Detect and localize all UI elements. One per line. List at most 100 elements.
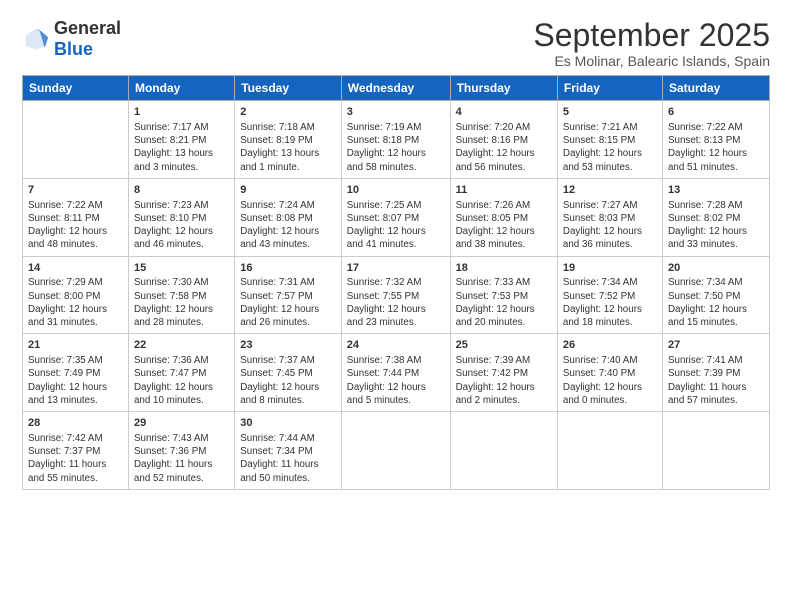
calendar-cell: 12Sunrise: 7:27 AMSunset: 8:03 PMDayligh…: [557, 178, 662, 256]
day-number: 14: [28, 261, 123, 276]
title-block: September 2025 Es Molinar, Balearic Isla…: [533, 18, 770, 69]
calendar-cell: 11Sunrise: 7:26 AMSunset: 8:05 PMDayligh…: [450, 178, 557, 256]
calendar-cell: 14Sunrise: 7:29 AMSunset: 8:00 PMDayligh…: [23, 256, 129, 334]
day-info: Sunrise: 7:40 AMSunset: 7:40 PMDaylight:…: [563, 354, 657, 407]
day-info: Sunrise: 7:19 AMSunset: 8:18 PMDaylight:…: [347, 121, 445, 174]
calendar-cell: 6Sunrise: 7:22 AMSunset: 8:13 PMDaylight…: [662, 101, 769, 179]
day-number: 9: [240, 183, 336, 198]
day-number: 16: [240, 261, 336, 276]
calendar-cell: 27Sunrise: 7:41 AMSunset: 7:39 PMDayligh…: [662, 334, 769, 412]
day-number: 7: [28, 183, 123, 198]
day-number: 1: [134, 105, 229, 120]
day-info: Sunrise: 7:17 AMSunset: 8:21 PMDaylight:…: [134, 121, 229, 174]
day-info: Sunrise: 7:43 AMSunset: 7:36 PMDaylight:…: [134, 432, 229, 485]
day-info: Sunrise: 7:22 AMSunset: 8:11 PMDaylight:…: [28, 199, 123, 252]
day-header-saturday: Saturday: [662, 76, 769, 101]
calendar-cell: 23Sunrise: 7:37 AMSunset: 7:45 PMDayligh…: [235, 334, 342, 412]
day-number: 27: [668, 338, 764, 353]
day-info: Sunrise: 7:26 AMSunset: 8:05 PMDaylight:…: [456, 199, 552, 252]
day-info: Sunrise: 7:39 AMSunset: 7:42 PMDaylight:…: [456, 354, 552, 407]
calendar-cell: [341, 412, 450, 490]
calendar-cell: 17Sunrise: 7:32 AMSunset: 7:55 PMDayligh…: [341, 256, 450, 334]
day-number: 12: [563, 183, 657, 198]
day-header-friday: Friday: [557, 76, 662, 101]
calendar-cell: 21Sunrise: 7:35 AMSunset: 7:49 PMDayligh…: [23, 334, 129, 412]
calendar-cell: [450, 412, 557, 490]
day-number: 11: [456, 183, 552, 198]
day-info: Sunrise: 7:36 AMSunset: 7:47 PMDaylight:…: [134, 354, 229, 407]
day-header-sunday: Sunday: [23, 76, 129, 101]
logo-general: General: [54, 18, 121, 38]
calendar-subtitle: Es Molinar, Balearic Islands, Spain: [533, 53, 770, 69]
calendar-cell: 8Sunrise: 7:23 AMSunset: 8:10 PMDaylight…: [128, 178, 234, 256]
day-header-tuesday: Tuesday: [235, 76, 342, 101]
logo-blue: Blue: [54, 39, 93, 59]
day-number: 23: [240, 338, 336, 353]
header: General Blue September 2025 Es Molinar, …: [22, 18, 770, 69]
day-info: Sunrise: 7:22 AMSunset: 8:13 PMDaylight:…: [668, 121, 764, 174]
logo-text: General Blue: [54, 18, 121, 59]
day-number: 28: [28, 416, 123, 431]
day-header-row: SundayMondayTuesdayWednesdayThursdayFrid…: [23, 76, 770, 101]
calendar-cell: 1Sunrise: 7:17 AMSunset: 8:21 PMDaylight…: [128, 101, 234, 179]
week-row-4: 21Sunrise: 7:35 AMSunset: 7:49 PMDayligh…: [23, 334, 770, 412]
calendar-cell: 15Sunrise: 7:30 AMSunset: 7:58 PMDayligh…: [128, 256, 234, 334]
calendar-cell: 2Sunrise: 7:18 AMSunset: 8:19 PMDaylight…: [235, 101, 342, 179]
day-info: Sunrise: 7:38 AMSunset: 7:44 PMDaylight:…: [347, 354, 445, 407]
day-header-wednesday: Wednesday: [341, 76, 450, 101]
day-number: 24: [347, 338, 445, 353]
day-header-monday: Monday: [128, 76, 234, 101]
calendar-cell: [23, 101, 129, 179]
day-number: 5: [563, 105, 657, 120]
calendar-cell: 13Sunrise: 7:28 AMSunset: 8:02 PMDayligh…: [662, 178, 769, 256]
day-info: Sunrise: 7:18 AMSunset: 8:19 PMDaylight:…: [240, 121, 336, 174]
day-info: Sunrise: 7:20 AMSunset: 8:16 PMDaylight:…: [456, 121, 552, 174]
day-number: 20: [668, 261, 764, 276]
calendar-cell: 7Sunrise: 7:22 AMSunset: 8:11 PMDaylight…: [23, 178, 129, 256]
calendar-cell: 3Sunrise: 7:19 AMSunset: 8:18 PMDaylight…: [341, 101, 450, 179]
day-info: Sunrise: 7:44 AMSunset: 7:34 PMDaylight:…: [240, 432, 336, 485]
day-number: 26: [563, 338, 657, 353]
calendar-cell: 19Sunrise: 7:34 AMSunset: 7:52 PMDayligh…: [557, 256, 662, 334]
day-number: 3: [347, 105, 445, 120]
day-number: 25: [456, 338, 552, 353]
day-number: 29: [134, 416, 229, 431]
calendar-cell: 25Sunrise: 7:39 AMSunset: 7:42 PMDayligh…: [450, 334, 557, 412]
page: General Blue September 2025 Es Molinar, …: [0, 0, 792, 612]
day-info: Sunrise: 7:24 AMSunset: 8:08 PMDaylight:…: [240, 199, 336, 252]
week-row-3: 14Sunrise: 7:29 AMSunset: 8:00 PMDayligh…: [23, 256, 770, 334]
week-row-1: 1Sunrise: 7:17 AMSunset: 8:21 PMDaylight…: [23, 101, 770, 179]
day-info: Sunrise: 7:41 AMSunset: 7:39 PMDaylight:…: [668, 354, 764, 407]
day-number: 30: [240, 416, 336, 431]
day-number: 19: [563, 261, 657, 276]
day-number: 6: [668, 105, 764, 120]
calendar-cell: 26Sunrise: 7:40 AMSunset: 7:40 PMDayligh…: [557, 334, 662, 412]
day-info: Sunrise: 7:23 AMSunset: 8:10 PMDaylight:…: [134, 199, 229, 252]
calendar-cell: 20Sunrise: 7:34 AMSunset: 7:50 PMDayligh…: [662, 256, 769, 334]
calendar-cell: [662, 412, 769, 490]
day-number: 10: [347, 183, 445, 198]
calendar-cell: 18Sunrise: 7:33 AMSunset: 7:53 PMDayligh…: [450, 256, 557, 334]
day-number: 4: [456, 105, 552, 120]
calendar-cell: 29Sunrise: 7:43 AMSunset: 7:36 PMDayligh…: [128, 412, 234, 490]
day-info: Sunrise: 7:21 AMSunset: 8:15 PMDaylight:…: [563, 121, 657, 174]
day-info: Sunrise: 7:28 AMSunset: 8:02 PMDaylight:…: [668, 199, 764, 252]
calendar-cell: 4Sunrise: 7:20 AMSunset: 8:16 PMDaylight…: [450, 101, 557, 179]
day-info: Sunrise: 7:33 AMSunset: 7:53 PMDaylight:…: [456, 276, 552, 329]
day-number: 15: [134, 261, 229, 276]
calendar-cell: 22Sunrise: 7:36 AMSunset: 7:47 PMDayligh…: [128, 334, 234, 412]
calendar-cell: 10Sunrise: 7:25 AMSunset: 8:07 PMDayligh…: [341, 178, 450, 256]
day-number: 8: [134, 183, 229, 198]
day-info: Sunrise: 7:37 AMSunset: 7:45 PMDaylight:…: [240, 354, 336, 407]
calendar-cell: 9Sunrise: 7:24 AMSunset: 8:08 PMDaylight…: [235, 178, 342, 256]
calendar-table: SundayMondayTuesdayWednesdayThursdayFrid…: [22, 75, 770, 490]
day-number: 2: [240, 105, 336, 120]
calendar-title: September 2025: [533, 18, 770, 53]
day-header-thursday: Thursday: [450, 76, 557, 101]
day-info: Sunrise: 7:31 AMSunset: 7:57 PMDaylight:…: [240, 276, 336, 329]
calendar-cell: 24Sunrise: 7:38 AMSunset: 7:44 PMDayligh…: [341, 334, 450, 412]
day-info: Sunrise: 7:34 AMSunset: 7:50 PMDaylight:…: [668, 276, 764, 329]
day-info: Sunrise: 7:35 AMSunset: 7:49 PMDaylight:…: [28, 354, 123, 407]
day-number: 21: [28, 338, 123, 353]
day-number: 22: [134, 338, 229, 353]
